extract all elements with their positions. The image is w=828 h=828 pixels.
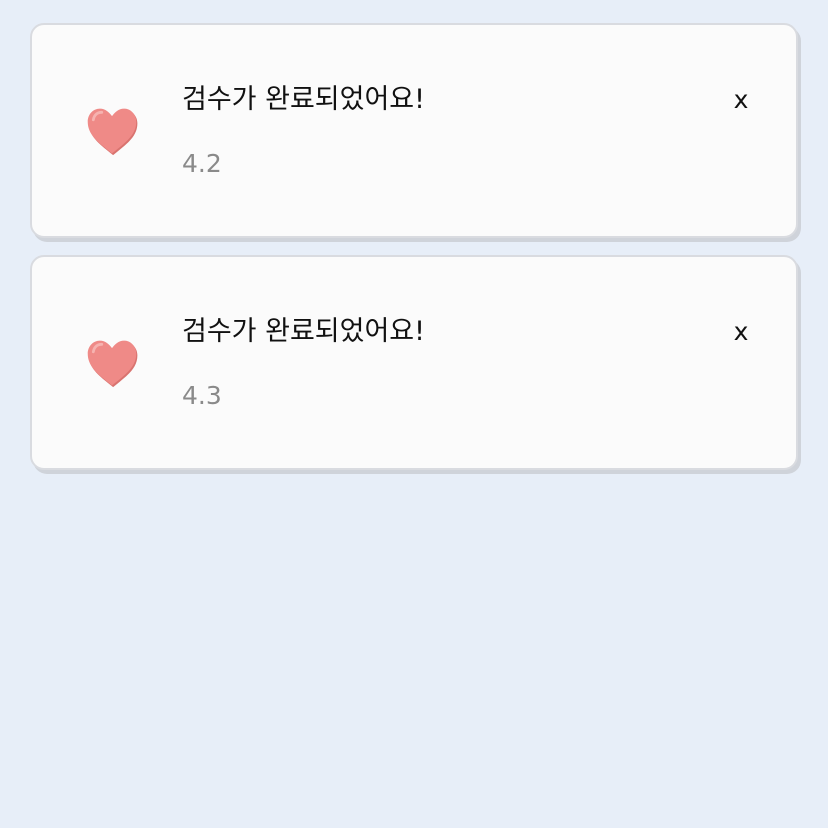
notification-card[interactable]: 검수가 완료되었어요! 4.3 x	[30, 255, 798, 470]
close-button[interactable]: x	[726, 314, 756, 350]
close-button[interactable]: x	[726, 82, 756, 118]
notification-version: 4.2	[182, 149, 222, 178]
notification-list: 검수가 완료되었어요! 4.2 x 검수가 완료되었어요! 4.3 x	[30, 23, 798, 487]
heart-icon	[84, 103, 140, 159]
notification-version: 4.3	[182, 381, 222, 410]
notification-title: 검수가 완료되었어요!	[182, 316, 425, 347]
notification-card[interactable]: 검수가 완료되었어요! 4.2 x	[30, 23, 798, 238]
notification-title: 검수가 완료되었어요!	[182, 84, 425, 115]
heart-icon	[84, 335, 140, 391]
